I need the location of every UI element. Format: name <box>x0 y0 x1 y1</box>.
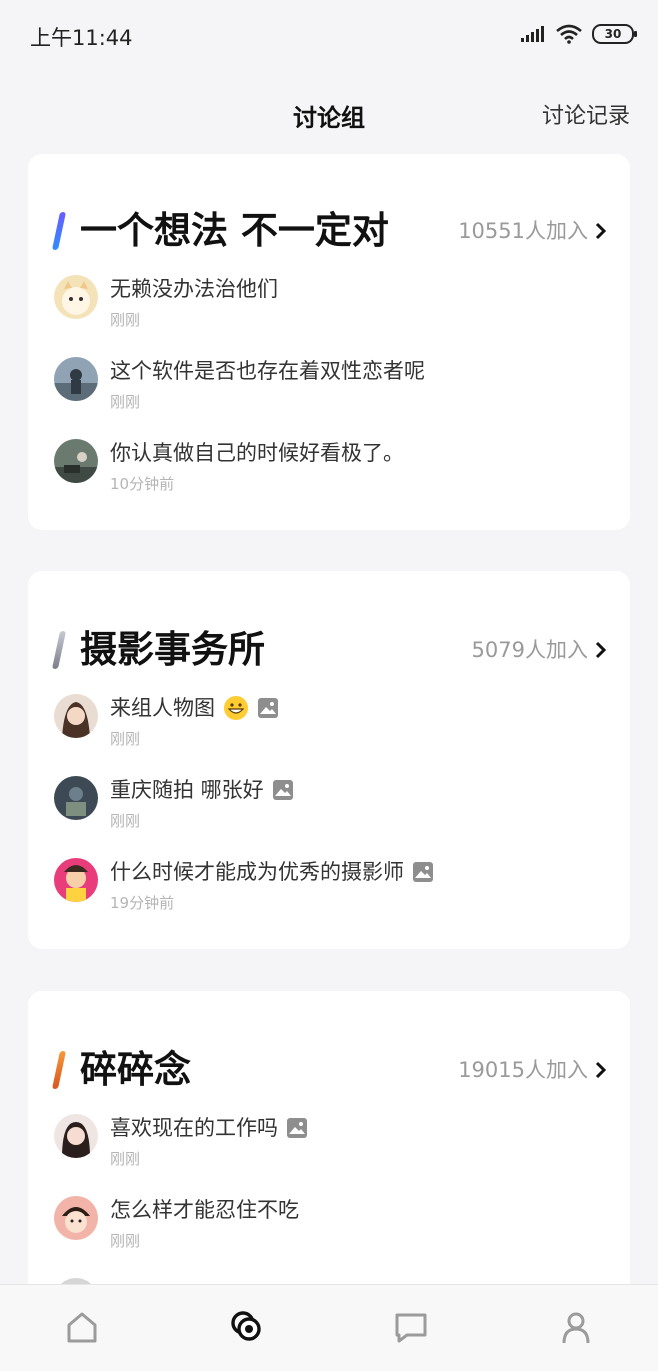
group-accent-bar <box>51 212 67 250</box>
post-title: 你认真做自己的时候好看极了。 <box>110 439 404 467</box>
grinning-emoji-icon <box>224 696 248 720</box>
post-item[interactable]: 重庆随拍 哪张好 刚刚 <box>28 776 630 846</box>
chevron-right-icon <box>595 641 606 659</box>
post-time: 刚刚 <box>110 311 141 329</box>
message-icon[interactable] <box>391 1307 431 1347</box>
post-time: 刚刚 <box>110 1150 141 1168</box>
group-card[interactable]: 摄影事务所 5079人加入 来组人物图 刚刚 重庆随拍 哪张好 刚刚 什么时候才… <box>28 571 630 949</box>
post-title: 喜欢现在的工作吗 <box>110 1114 308 1142</box>
post-title-text: 喜欢现在的工作吗 <box>110 1116 278 1140</box>
post-title-text: 重庆随拍 哪张好 <box>110 778 264 802</box>
avatar[interactable] <box>54 694 98 738</box>
group-title: 碎碎念 <box>80 1048 191 1091</box>
group-card[interactable]: 一个想法 不一定对 10551人加入 无赖没办法治他们 刚刚 这个软件是否也存在… <box>28 154 630 530</box>
post-title: 重庆随拍 哪张好 <box>110 776 294 804</box>
avatar[interactable] <box>54 357 98 401</box>
avatar[interactable] <box>54 858 98 902</box>
post-title: 什么时候才能成为优秀的摄影师 <box>110 858 434 886</box>
join-count-text: 10551人加入 <box>458 219 588 243</box>
join-count-text: 19015人加入 <box>458 1058 588 1082</box>
bottom-tab-bar <box>0 1284 658 1371</box>
group-join-count[interactable]: 5079人加入 <box>472 620 606 680</box>
post-item[interactable]: 怎么样才能忍住不吃 刚刚 <box>28 1196 630 1266</box>
post-title: 这个软件是否也存在着双性恋者呢 <box>110 357 425 385</box>
battery-indicator: 30 <box>592 24 637 44</box>
post-time: 19分钟前 <box>110 894 175 912</box>
status-bar: 上午11:44 30 <box>0 0 658 72</box>
post-title: 怎么样才能忍住不吃 <box>110 1196 299 1224</box>
group-title: 一个想法 不一定对 <box>80 209 389 252</box>
group-card[interactable]: 碎碎念 19015人加入 喜欢现在的工作吗 刚刚 怎么样才能忍住不吃 刚刚 <box>28 991 630 1284</box>
image-icon <box>287 1118 307 1138</box>
discussion-icon[interactable] <box>227 1307 267 1347</box>
post-title-text: 怎么样才能忍住不吃 <box>110 1198 299 1222</box>
post-title-text: 无赖没办法治他们 <box>110 277 278 301</box>
group-header: 摄影事务所 5079人加入 <box>28 620 630 680</box>
group-join-count[interactable]: 19015人加入 <box>458 1040 606 1100</box>
group-header: 碎碎念 19015人加入 <box>28 1040 630 1100</box>
profile-icon[interactable] <box>556 1307 596 1347</box>
post-title: 来组人物图 <box>110 694 279 722</box>
post-time: 刚刚 <box>110 1232 141 1250</box>
group-accent-bar <box>51 631 67 669</box>
group-title: 摄影事务所 <box>80 628 265 671</box>
post-title: 无赖没办法治他们 <box>110 275 278 303</box>
signal-icon <box>521 26 544 42</box>
avatar[interactable] <box>54 1196 98 1240</box>
post-time: 刚刚 <box>110 393 141 411</box>
discussion-history-link[interactable]: 讨论记录 <box>542 98 630 130</box>
status-icons: 30 <box>520 24 637 44</box>
chevron-right-icon <box>595 1061 606 1079</box>
avatar[interactable] <box>54 1114 98 1158</box>
chevron-right-icon <box>595 222 606 240</box>
join-count-text: 5079人加入 <box>471 638 588 662</box>
post-title-text: 来组人物图 <box>110 696 215 720</box>
post-time: 刚刚 <box>110 812 141 830</box>
post-title-text: 这个软件是否也存在着双性恋者呢 <box>110 359 425 383</box>
nav-bar: 讨论组 讨论记录 <box>0 72 658 154</box>
avatar[interactable] <box>54 439 98 483</box>
avatar[interactable] <box>54 776 98 820</box>
post-item[interactable]: 无赖没办法治他们 刚刚 <box>28 275 630 345</box>
post-item[interactable]: 喜欢现在的工作吗 刚刚 <box>28 1114 630 1184</box>
wifi-icon <box>556 24 582 44</box>
image-icon <box>413 862 433 882</box>
post-item[interactable]: 来组人物图 刚刚 <box>28 694 630 764</box>
image-icon <box>272 780 293 800</box>
group-join-count[interactable]: 10551人加入 <box>458 201 606 261</box>
post-item[interactable]: 什么时候才能成为优秀的摄影师 19分钟前 <box>28 858 630 928</box>
group-header: 一个想法 不一定对 10551人加入 <box>28 201 630 261</box>
group-list[interactable]: 一个想法 不一定对 10551人加入 无赖没办法治他们 刚刚 这个软件是否也存在… <box>0 154 658 1284</box>
group-accent-bar <box>51 1051 67 1089</box>
post-time: 刚刚 <box>110 730 141 748</box>
post-time: 10分钟前 <box>110 475 175 493</box>
post-item[interactable]: 你认真做自己的时候好看极了。 10分钟前 <box>28 439 630 509</box>
image-icon <box>258 698 278 718</box>
status-time: 上午11:44 <box>30 26 133 50</box>
home-icon[interactable] <box>62 1307 102 1347</box>
avatar[interactable] <box>54 275 98 319</box>
post-item[interactable]: 这个软件是否也存在着双性恋者呢 刚刚 <box>28 357 630 427</box>
post-title-text: 什么时候才能成为优秀的摄影师 <box>110 860 404 884</box>
post-title-text: 你认真做自己的时候好看极了。 <box>110 441 404 465</box>
